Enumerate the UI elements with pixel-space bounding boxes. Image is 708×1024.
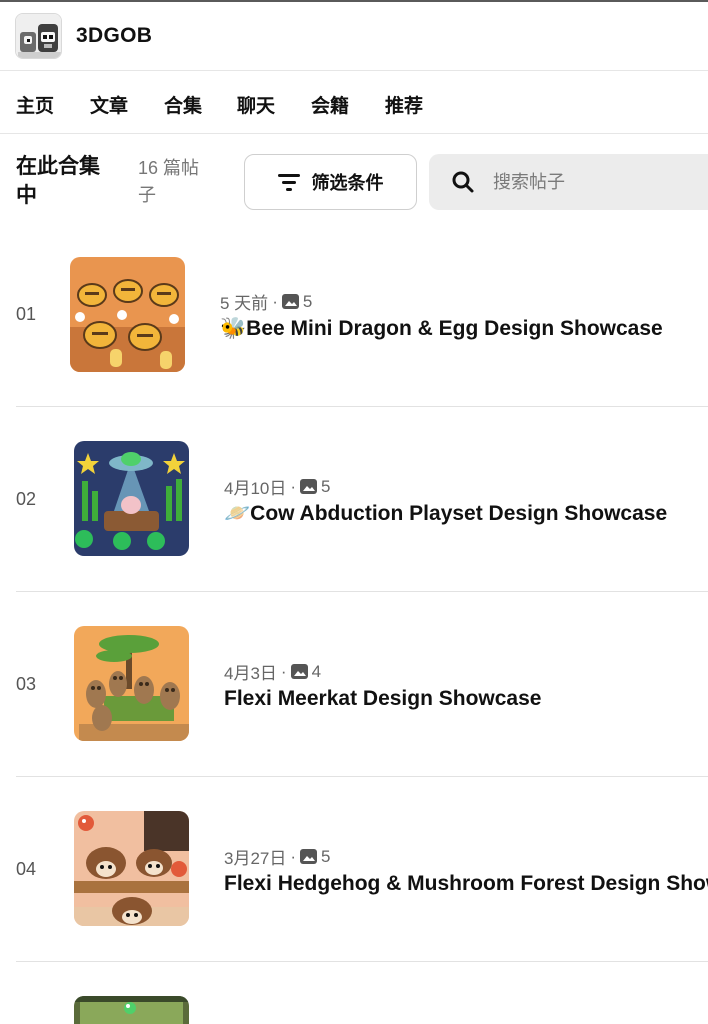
post-thumbnail-partial-icon [74,996,189,1024]
post-thumbnail[interactable] [70,257,185,372]
post-count: 16 篇帖子 [138,158,200,205]
app-header: 3DGOB [0,2,708,71]
brand-name[interactable]: 3DGOB [76,24,152,48]
main-nav: 主页 文章 合集 聊天 会籍 推荐 [0,72,708,134]
post-title[interactable]: Flexi Meerkat Design Showcase [224,687,541,711]
post-date: 4月3日 [224,664,277,683]
nav-item-chat[interactable]: 聊天 [237,91,275,118]
filter-icon [277,174,300,191]
collection-toolbar: 在此合集中 16 篇帖子 筛选条件 [0,135,708,230]
post-meta: 3月27日 · 5 [224,844,331,869]
post-number: 02 [16,489,37,509]
post-title[interactable]: 🐝Bee Mini Dragon & Egg Design Showcase [220,317,663,341]
meerkat-thumbnail-icon [74,626,189,741]
post-thumbnail[interactable] [74,441,189,556]
raccoon-logo-icon [16,14,61,58]
post-item[interactable]: 03 4月3日 · 4 Flexi Meerkat Design Showcas… [16,592,708,777]
post-item[interactable]: 02 4月10日 · 5 🪐Cow Abduction Playset Desi… [16,407,708,592]
image-icon [300,479,318,494]
bee-dragon-thumbnail-icon [70,257,185,372]
filter-button-label: 筛选条件 [311,173,384,193]
nav-item-collections[interactable]: 合集 [164,91,202,118]
search-icon [452,171,474,193]
post-meta: 5 天前 · 5 [220,289,312,314]
post-number: 01 [16,304,37,324]
nav-item-articles[interactable]: 文章 [90,91,128,118]
post-date: 5 天前 [220,294,269,313]
filter-button[interactable]: 筛选条件 [244,154,417,210]
collection-context-label: 在此合集中 [16,155,100,207]
post-thumbnail[interactable] [74,626,189,741]
brand-logo[interactable] [15,13,62,59]
post-meta: 4月10日 · 5 [224,474,331,499]
image-icon [281,294,299,309]
post-thumbnail[interactable] [74,996,189,1024]
post-item[interactable]: 04 3月27日 · 5 Flexi Hedgehog & Mushroom F… [16,777,708,962]
post-date: 3月27日 [224,849,287,868]
nav-item-membership[interactable]: 会籍 [311,91,349,118]
post-thumbnail[interactable] [74,811,189,926]
nav-item-recommend[interactable]: 推荐 [385,91,423,118]
image-icon [290,664,308,679]
post-number: 03 [16,674,37,694]
meta-separator: · [280,661,287,681]
post-number: 04 [16,859,37,879]
post-meta: 4月3日 · 4 [224,659,321,684]
post-title[interactable]: 🪐Cow Abduction Playset Design Showcase [224,502,667,526]
search-input[interactable] [493,166,708,198]
meta-separator: · [290,846,297,866]
cow-abduction-thumbnail-icon [74,441,189,556]
image-count: 5 [321,476,331,496]
image-icon [300,849,318,864]
post-date: 4月10日 [224,479,287,498]
post-item[interactable]: 01 5 天前 · 5 🐝Bee Mini Dragon & Egg Desig… [16,222,708,407]
image-count: 5 [321,846,331,866]
hedgehog-thumbnail-icon [74,811,189,926]
meta-separator: · [290,476,297,496]
nav-item-home[interactable]: 主页 [16,91,54,118]
post-item[interactable] [16,962,708,1024]
image-count: 4 [311,661,322,681]
image-count: 5 [302,291,313,311]
search-box[interactable] [429,154,708,210]
meta-separator: · [272,291,278,311]
post-title[interactable]: Flexi Hedgehog & Mushroom Forest Design … [224,872,708,896]
